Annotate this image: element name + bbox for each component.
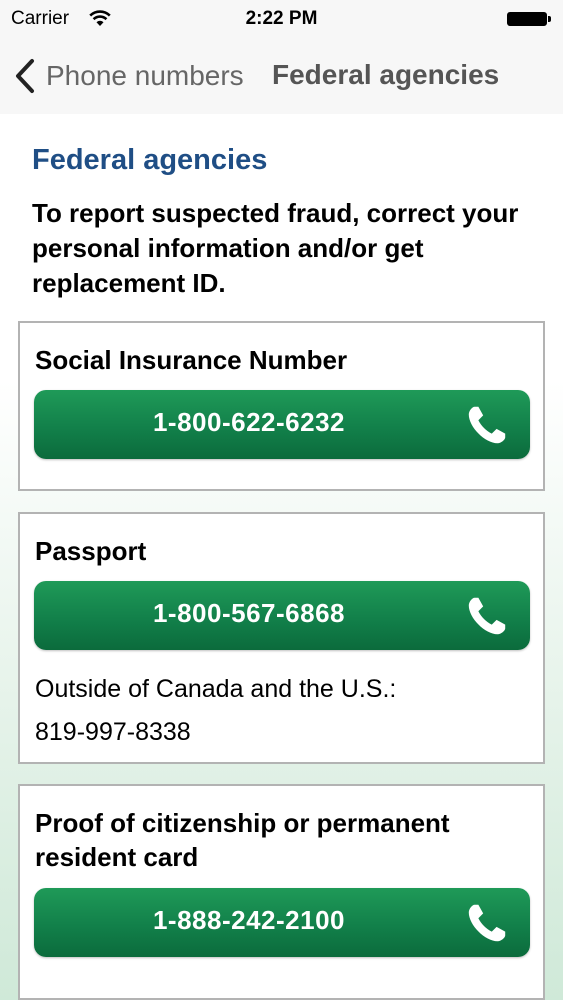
phone-number: 1-800-567-6868 — [152, 598, 346, 628]
call-button-citizenship[interactable]: 1-888-242-2100 — [34, 888, 530, 957]
card-proof-of-citizenship: Proof of citizenship or permanent reside… — [18, 784, 545, 1000]
navigation-bar: Phone numbers Federal agencies — [0, 38, 563, 114]
phone-number: 1-888-242-2100 — [152, 905, 346, 935]
passport-alt-phone: 819-997-8338 — [35, 718, 191, 746]
card-passport: Passport 1-800-567-6868 Outside of Canad… — [18, 512, 545, 764]
call-button-passport[interactable]: 1-800-567-6868 — [34, 581, 530, 650]
page-title: Federal agencies — [32, 144, 268, 176]
back-button[interactable]: Phone numbers — [12, 56, 244, 96]
nav-title: Federal agencies — [272, 59, 500, 90]
card-label: Proof of citizenship or permanent reside… — [35, 808, 450, 872]
passport-note: Outside of Canada and the U.S.: — [35, 675, 397, 703]
phone-icon — [468, 904, 506, 942]
back-button-label: Phone numbers — [46, 60, 244, 91]
phone-icon — [468, 597, 506, 635]
main-content: Federal agencies To report suspected fra… — [0, 114, 563, 1000]
call-button-sin[interactable]: 1-800-622-6232 — [34, 390, 530, 459]
chevron-left-icon — [16, 59, 34, 93]
card-label: Social Insurance Number — [35, 345, 348, 375]
phone-icon — [468, 406, 506, 444]
battery-icon — [507, 12, 551, 26]
clock: 2:22 PM — [245, 8, 318, 29]
status-bar: Carrier 2:22 PM — [0, 0, 563, 38]
intro-text: To report suspected fraud, correct your … — [32, 198, 519, 298]
card-social-insurance-number: Social Insurance Number 1-800-622-6232 — [18, 321, 545, 491]
phone-number: 1-800-622-6232 — [152, 407, 346, 437]
card-label: Passport — [35, 536, 147, 566]
